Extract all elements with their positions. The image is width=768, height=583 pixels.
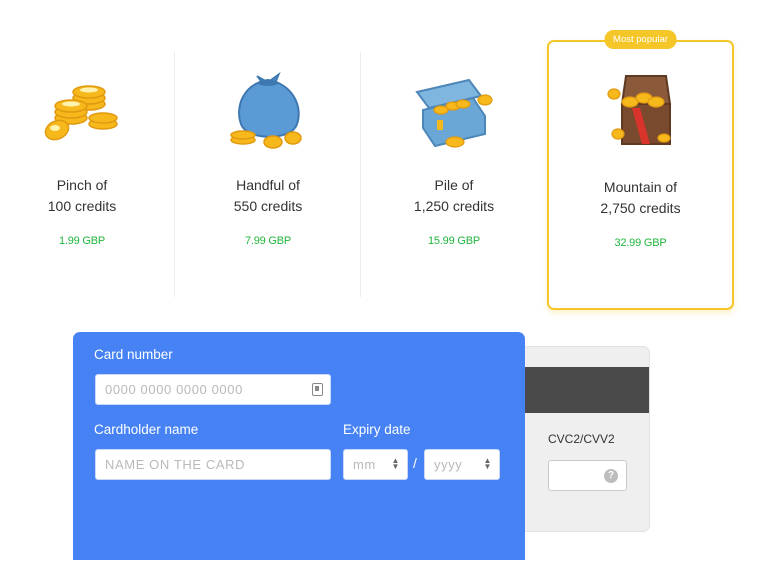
card-number-placeholder: 0000 0000 0000 0000 <box>105 382 243 397</box>
treasure-chest-icon <box>606 75 671 145</box>
package-amount: 2,750 credits <box>600 200 681 216</box>
card-back: CVC2/CVV2 ? <box>505 346 650 532</box>
cardholder-label: Cardholder name <box>94 422 199 437</box>
package-amount: 1,250 credits <box>413 198 495 214</box>
package-pinch[interactable]: Pinch of 100 credits 1.99 GBP <box>0 40 175 310</box>
cvv-label: CVC2/CVV2 <box>548 432 615 446</box>
select-arrows-icon: ▲ ▼ <box>483 456 492 471</box>
package-amount: 550 credits <box>233 198 303 214</box>
credit-packages: Pinch of 100 credits 1.99 GBP Handful of… <box>0 0 768 320</box>
package-price: 7.99 GBP <box>244 235 292 247</box>
cardholder-input[interactable]: NAME ON THE CARD <box>95 449 331 480</box>
package-price: 32.99 GBP <box>614 237 667 249</box>
package-price: 15.99 GBP <box>427 235 480 247</box>
expiry-label: Expiry date <box>343 422 411 437</box>
package-title: Handful of <box>236 177 300 193</box>
year-placeholder: yyyy <box>434 457 463 472</box>
package-amount: 100 credits <box>47 198 117 214</box>
package-title: Pinch of <box>56 177 108 193</box>
expiry-month-select[interactable]: mm ▲ ▼ <box>343 449 408 480</box>
card-number-label: Card number <box>94 347 173 362</box>
package-mountain[interactable]: Most popular Mountain of 2,750 credits 3… <box>547 30 734 310</box>
card-number-input[interactable]: 0000 0000 0000 0000 <box>95 374 331 405</box>
magnetic-stripe <box>506 367 649 413</box>
most-popular-badge: Most popular <box>604 30 677 49</box>
cvv-input[interactable]: ? <box>548 460 627 491</box>
month-placeholder: mm <box>353 457 376 472</box>
cardholder-placeholder: NAME ON THE CARD <box>105 457 246 472</box>
expiry-separator: / <box>413 455 417 471</box>
help-icon[interactable]: ? <box>604 469 618 483</box>
package-pile[interactable]: Pile of 1,250 credits 15.99 GBP <box>361 40 547 310</box>
package-title: Mountain of <box>603 179 678 195</box>
coin-bag-icon <box>230 71 302 149</box>
package-price: 1.99 GBP <box>58 235 106 247</box>
coin-stack-icon <box>44 85 118 141</box>
package-handful[interactable]: Handful of 550 credits 7.99 GBP <box>175 40 361 310</box>
card-icon <box>312 383 323 396</box>
select-arrows-icon: ▲ ▼ <box>391 456 400 471</box>
card-front: Card number 0000 0000 0000 0000 Cardhold… <box>73 332 525 560</box>
package-title: Pile of <box>434 177 474 193</box>
expiry-year-select[interactable]: yyyy ▲ ▼ <box>424 449 500 480</box>
coin-chest-icon <box>415 78 493 148</box>
